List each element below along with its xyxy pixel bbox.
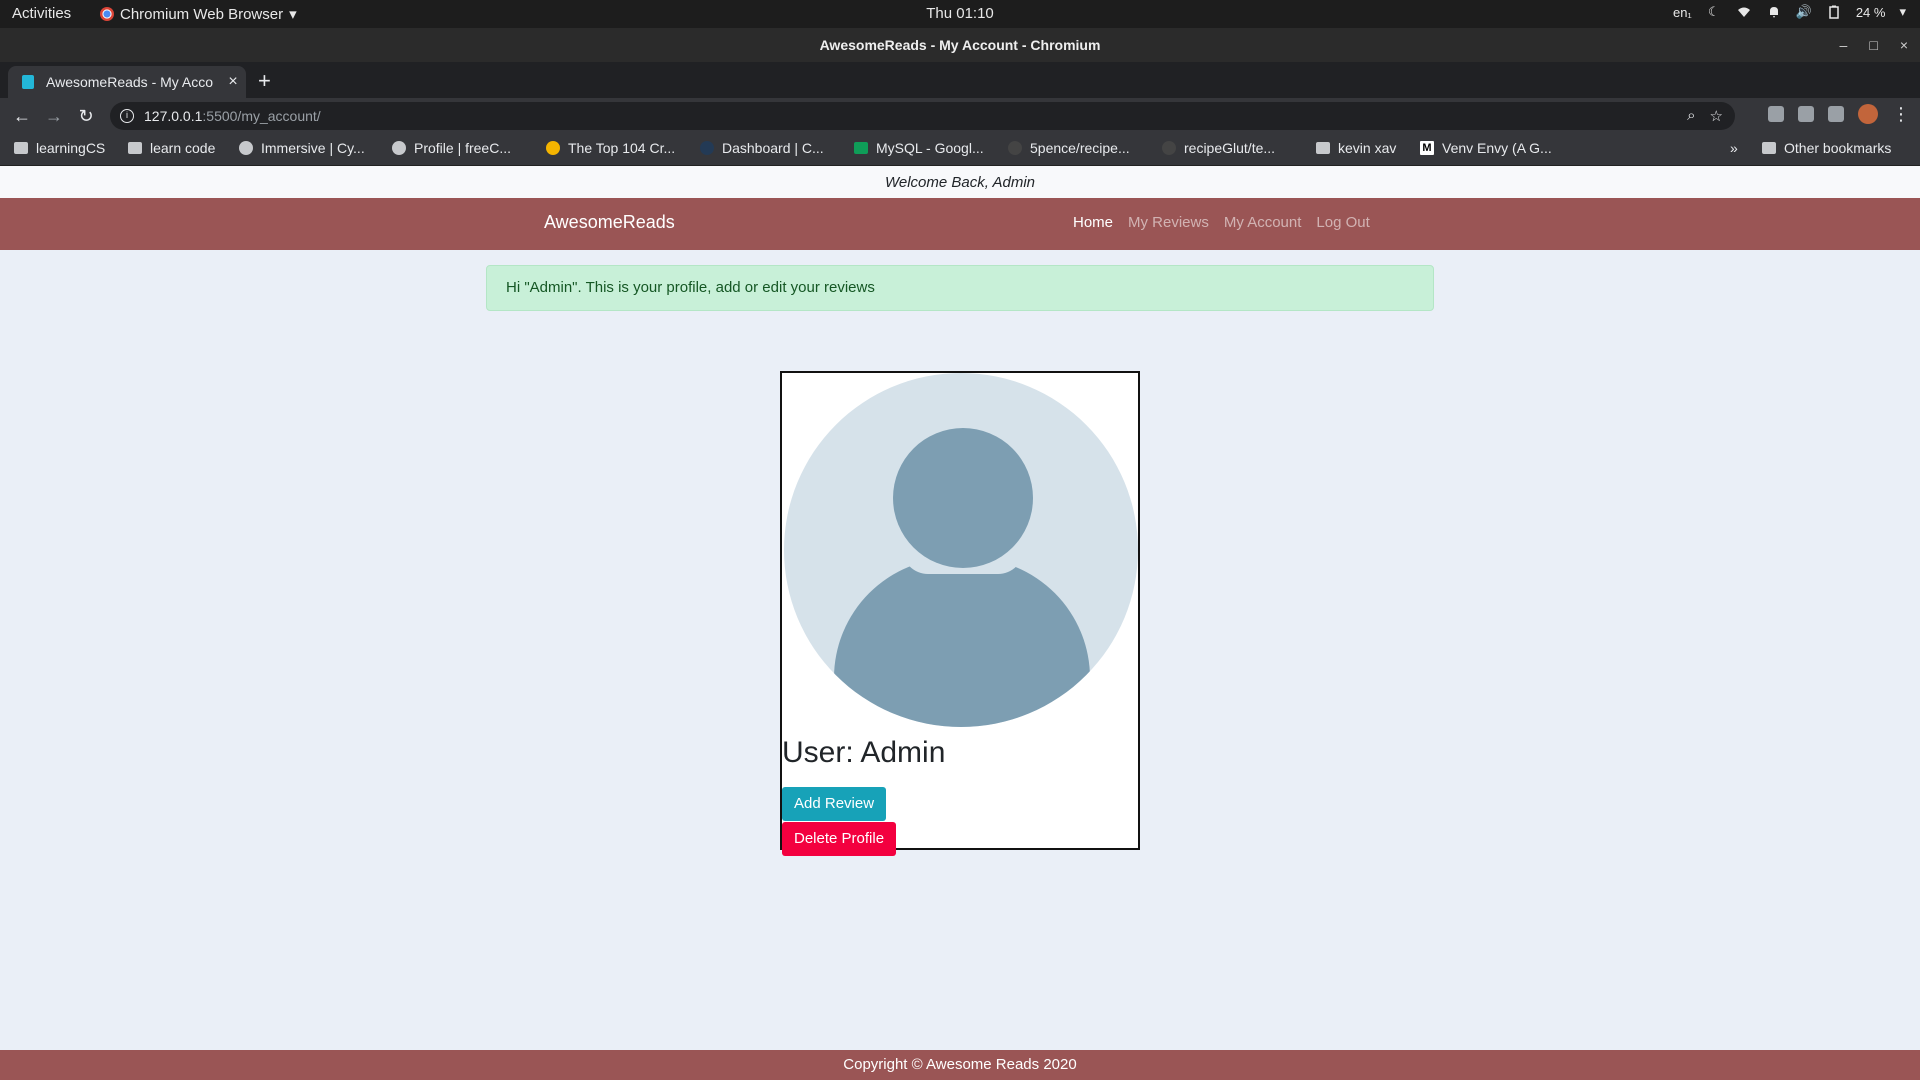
github-icon bbox=[1162, 141, 1176, 155]
app-menu[interactable]: Chromium Web Browser ▾ bbox=[100, 5, 297, 23]
folder-icon bbox=[1316, 142, 1330, 154]
wifi-icon bbox=[1736, 4, 1752, 20]
window-title: AwesomeReads - My Account - Chromium bbox=[819, 37, 1101, 53]
bookmark-label: The Top 104 Cr... bbox=[568, 140, 676, 156]
github-icon bbox=[1008, 141, 1022, 155]
other-bookmarks[interactable]: Other bookmarks bbox=[1762, 140, 1891, 156]
site-icon bbox=[700, 141, 714, 155]
window-titlebar: AwesomeReads - My Account - Chromium – □… bbox=[0, 28, 1920, 62]
profile-avatar[interactable] bbox=[1858, 104, 1878, 124]
folder-icon bbox=[1762, 142, 1776, 154]
app-menu-label: Chromium Web Browser bbox=[120, 5, 284, 23]
chevron-down-icon: ▾ bbox=[1899, 4, 1906, 19]
site-icon bbox=[546, 141, 560, 155]
address-bar[interactable]: i 127.0.0.1:5500/my_account/ ⌕ ☆ bbox=[110, 102, 1735, 130]
site-navbar: AwesomeReads Home My Reviews My Account … bbox=[0, 198, 1920, 250]
bookmark-label: MySQL - Googl... bbox=[876, 140, 984, 156]
url-path: :5500/my_account/ bbox=[202, 108, 321, 124]
avatar-body bbox=[834, 558, 1090, 727]
tab-title: AwesomeReads - My Acco bbox=[46, 74, 214, 90]
extension-icon[interactable] bbox=[1798, 106, 1814, 122]
nav-home[interactable]: Home bbox=[1073, 214, 1113, 231]
url-host: 127.0.0.1 bbox=[144, 108, 203, 124]
bookmark-item[interactable]: Dashboard | C... bbox=[700, 140, 824, 156]
browser-toolbar: ← → ↻ i 127.0.0.1:5500/my_account/ ⌕ ☆ ⋮ bbox=[0, 98, 1920, 134]
battery-icon bbox=[1826, 4, 1842, 20]
brand-link[interactable]: AwesomeReads bbox=[544, 212, 675, 233]
browser-tab[interactable]: AwesomeReads - My Acco × bbox=[8, 66, 246, 98]
medium-icon: M bbox=[1420, 141, 1434, 155]
bookmark-item[interactable]: M Venv Envy (A G... bbox=[1420, 140, 1552, 156]
bookmark-label: learn code bbox=[150, 140, 216, 156]
bookmark-item[interactable]: Profile | freeC... bbox=[392, 140, 511, 156]
welcome-banner: Welcome Back, Admin bbox=[0, 166, 1920, 198]
maximize-icon[interactable]: □ bbox=[1869, 28, 1877, 62]
bookmarks-overflow-button[interactable]: » bbox=[1730, 140, 1738, 156]
battery-percent: 24 % bbox=[1855, 4, 1886, 20]
activities-button[interactable]: Activities bbox=[12, 5, 71, 22]
reload-icon[interactable]: ↻ bbox=[74, 104, 98, 128]
language-indicator[interactable]: en₁ bbox=[1673, 5, 1692, 20]
new-tab-plus-icon[interactable]: + bbox=[258, 68, 271, 94]
bookmark-label: kevin xav bbox=[1338, 140, 1397, 156]
nav-log-out[interactable]: Log Out bbox=[1316, 214, 1369, 231]
back-arrow-icon[interactable]: ← bbox=[10, 104, 34, 128]
tab-close-icon[interactable]: × bbox=[220, 73, 246, 91]
user-name-heading: User: Admin bbox=[782, 736, 946, 769]
notification-icon bbox=[1766, 4, 1782, 20]
volume-icon: 🔊 bbox=[1795, 4, 1812, 19]
bookmark-star-icon[interactable]: ☆ bbox=[1710, 107, 1723, 125]
close-icon[interactable]: × bbox=[1900, 28, 1908, 62]
extension-icon[interactable] bbox=[1768, 106, 1784, 122]
site-info-icon[interactable]: i bbox=[120, 109, 134, 123]
bookmark-label: learningCS bbox=[36, 140, 106, 156]
site-icon bbox=[392, 141, 406, 155]
nav-my-reviews[interactable]: My Reviews bbox=[1128, 214, 1209, 231]
bookmark-item[interactable]: recipeGlut/te... bbox=[1162, 140, 1275, 156]
extension-icon[interactable] bbox=[1828, 106, 1844, 122]
nav-links: Home My Reviews My Account Log Out bbox=[1073, 214, 1370, 231]
bookmark-item[interactable]: kevin xav bbox=[1316, 140, 1396, 156]
nav-my-account[interactable]: My Account bbox=[1224, 214, 1302, 231]
bookmark-label: recipeGlut/te... bbox=[1184, 140, 1276, 156]
success-alert: Hi "Admin". This is your profile, add or… bbox=[486, 265, 1434, 311]
page-viewport: Welcome Back, Admin AwesomeReads Home My… bbox=[0, 166, 1920, 1080]
footer: Copyright © Awesome Reads 2020 bbox=[0, 1050, 1920, 1080]
bookmark-item[interactable]: The Top 104 Cr... bbox=[546, 140, 675, 156]
chromium-icon bbox=[100, 7, 114, 21]
bookmark-label: 5pence/recipe... bbox=[1030, 140, 1130, 156]
avatar-head bbox=[893, 428, 1033, 568]
bookmarks-bar: learningCS learn code Immersive | Cy... … bbox=[0, 134, 1920, 166]
drive-icon bbox=[854, 142, 868, 154]
bookmark-item[interactable]: 5pence/recipe... bbox=[1008, 140, 1130, 156]
profile-card: User: Admin Add Review Delete Profile bbox=[780, 371, 1140, 856]
bookmark-label: Dashboard | C... bbox=[722, 140, 824, 156]
add-review-button[interactable]: Add Review bbox=[782, 787, 887, 821]
user-avatar-placeholder-icon bbox=[784, 373, 1138, 727]
bookmark-label: Venv Envy (A G... bbox=[1442, 140, 1552, 156]
forward-arrow-icon[interactable]: → bbox=[42, 104, 66, 128]
bookmark-label: Profile | freeC... bbox=[414, 140, 512, 156]
bookmark-item[interactable]: MySQL - Googl... bbox=[854, 140, 984, 156]
bookmark-item[interactable]: learningCS bbox=[14, 140, 105, 156]
os-top-bar: Activities Chromium Web Browser ▾ Thu 01… bbox=[0, 0, 1920, 28]
chevron-down-icon: ▾ bbox=[289, 6, 297, 23]
book-favicon-icon bbox=[22, 75, 34, 89]
minimize-icon[interactable]: – bbox=[1840, 28, 1848, 62]
delete-profile-button[interactable]: Delete Profile bbox=[782, 822, 897, 856]
bookmark-label: Immersive | Cy... bbox=[261, 140, 365, 156]
folder-icon bbox=[14, 142, 28, 154]
site-icon bbox=[239, 141, 253, 155]
bookmark-item[interactable]: learn code bbox=[128, 140, 215, 156]
bookmark-item[interactable]: Immersive | Cy... bbox=[239, 140, 365, 156]
menu-kebab-icon[interactable]: ⋮ bbox=[1892, 105, 1910, 123]
system-tray[interactable]: en₁ ☾ 🔊 24 % ▾ bbox=[1673, 4, 1906, 20]
zoom-icon[interactable]: ⌕ bbox=[1687, 107, 1695, 125]
bookmark-label: Other bookmarks bbox=[1784, 140, 1892, 156]
folder-icon bbox=[128, 142, 142, 154]
tab-strip: AwesomeReads - My Acco × + bbox=[0, 62, 1920, 98]
night-light-icon: ☾ bbox=[1708, 4, 1720, 19]
